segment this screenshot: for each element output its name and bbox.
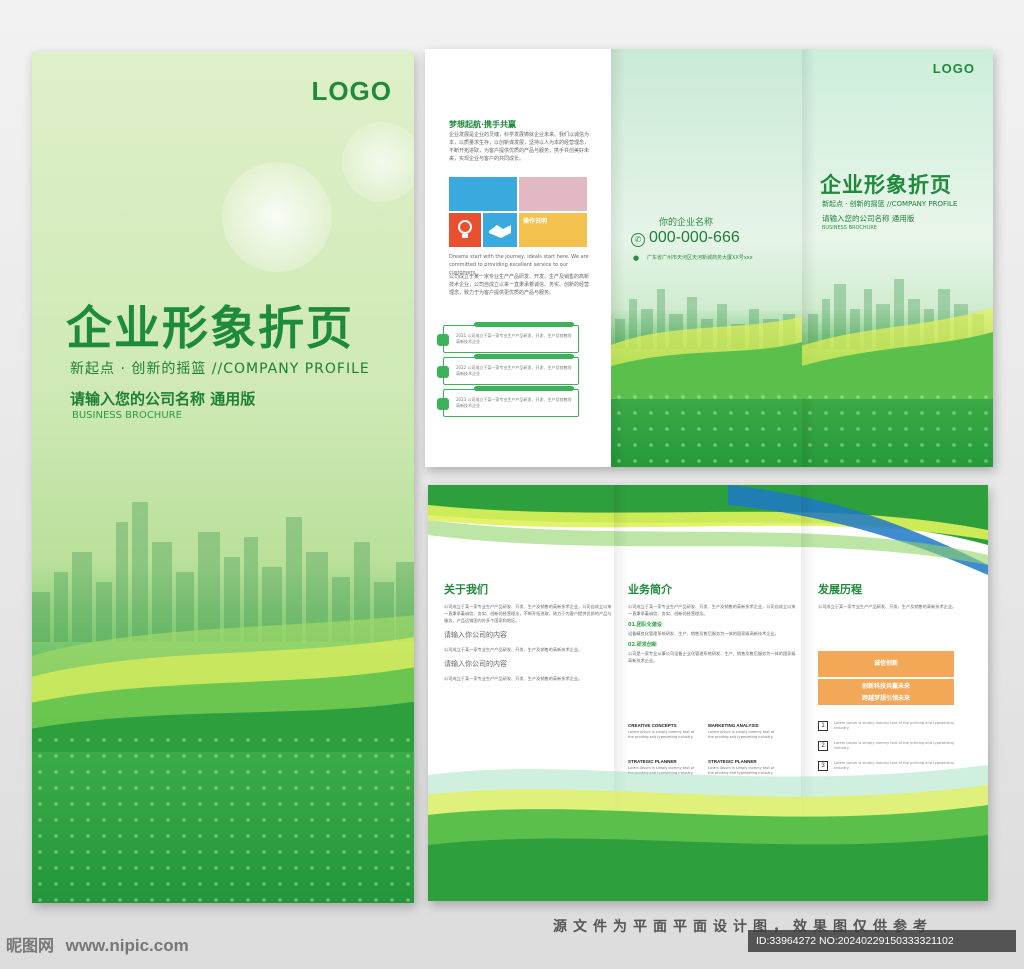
history-highlight-box: 创新科技共赢未来 跨越梦想引领未来 <box>818 679 954 705</box>
about-paragraph: 公司成立于某一家专业生产产品研发、开发、生产及销售的高新技术企业。 <box>444 647 583 652</box>
about-column: 关于我们 公司成立于某一家专业生产产品研发、开发、生产及销售的高新技术企业，公司… <box>444 581 614 682</box>
cover-business-label: BUSINESS BROCHURE <box>72 410 182 421</box>
brochure-outer-spread: 梦想起航·携手共赢 企业发展是企业的灵魂，科学发展铸就企业未来。我们以诚信为本，… <box>425 49 993 467</box>
history-column: 发展历程 公司成立于某一家专业生产产品研发、开发、生产及销售的高新技术企业。 <box>818 581 968 610</box>
decorative-wave <box>802 304 993 399</box>
front-logo: LOGO <box>932 61 975 76</box>
back-panel: 你的企业名称 ✆ 000-000-666 ● 广东省广州市天河区天河新城商务大厦… <box>611 49 802 467</box>
brochure-cover-panel: LOGO 企业形象折页 新起点 · 创新的摇篮 //COMPANY PROFIL… <box>32 52 414 903</box>
cover-subtitle: 新起点 · 创新的摇篮 //COMPANY PROFILE <box>70 361 370 377</box>
about-paragraph: 公司成立于某一家专业生产产品研发、开发、生产及销售的高新技术企业，公司自成立以来… <box>444 604 612 623</box>
service-item: MARKETING ANALYSIS Lorem Ipsum is simply… <box>708 723 780 740</box>
dot-pattern <box>611 389 802 467</box>
front-cover-panel: LOGO 企业形象折页 新起点 · 创新的摇篮 //COMPANY PROFIL… <box>802 49 993 467</box>
cover-title: 企业形象折页 <box>66 301 354 355</box>
light-glow <box>342 122 414 202</box>
business-item-title: 01.团队化建设 <box>628 622 662 628</box>
step-text: 2022 公司成立于某一家专业生产产品研发、开发、生产及销售的高新技术企业 <box>456 365 572 376</box>
step-text: 2023 公司成立于某一家专业生产产品研发、开发、生产及销售的高新技术企业 <box>456 397 572 408</box>
color-block-yellow: 操作说明 <box>519 213 587 247</box>
watermark-url: www.nipic.com <box>65 936 189 955</box>
decorative-wave <box>32 612 414 752</box>
service-title: MARKETING ANALYSIS <box>708 723 759 728</box>
business-item-title: 02.研发创新 <box>628 642 657 648</box>
panel-paragraph: 企业发展是企业的灵魂，科学发展铸就企业未来。我们以诚信为本，以质量求生存，以创新… <box>449 132 590 162</box>
service-desc: Lorem Ipsum is simply dummy text of the … <box>708 730 775 739</box>
decorative-wave-top <box>428 485 988 575</box>
decorative-wave <box>611 309 802 399</box>
business-item-text: 设备精良化管理系统研发、生产、销售及售后服务为一体的国家级高新技术企业。 <box>628 631 779 636</box>
decorative-wave-bottom <box>428 755 988 901</box>
service-title: CREATIVE CONCEPTS <box>628 723 677 728</box>
idea-icon <box>449 213 481 247</box>
timeline-step: 2023 公司成立于某一家专业生产产品研发、开发、生产及销售的高新技术企业 <box>437 386 579 417</box>
history-row-number: 2 <box>818 741 828 751</box>
business-paragraph: 公司成立于某一家专业生产产品研发、开发、生产及销售的高新技术企业，公司自成立以来… <box>628 604 796 616</box>
address: 广东省广州市天河区天河新城商务大厦XX号xxx <box>647 255 753 261</box>
color-block-blue <box>449 177 517 211</box>
cover-logo: LOGO <box>311 76 392 106</box>
service-item: CREATIVE CONCEPTS Lorem Ipsum is simply … <box>628 723 700 740</box>
panel-heading: 梦想起航·携手共赢 <box>449 120 517 129</box>
phone-number: 000-000-666 <box>649 229 740 246</box>
about-heading: 关于我们 <box>444 583 488 596</box>
timeline-step: 2022 公司成立于某一家专业生产产品研发、开发、生产及销售的高新技术企业 <box>437 354 579 385</box>
history-heading: 发展历程 <box>818 583 862 596</box>
history-paragraph: 公司成立于某一家专业生产产品研发、开发、生产及销售的高新技术企业。 <box>818 604 957 609</box>
step-marker <box>437 366 449 378</box>
step-text: 2021 公司成立于某一家专业生产产品研发、开发、生产及销售的高新技术企业 <box>456 333 572 344</box>
block-label: 操作说明 <box>523 218 548 225</box>
front-title: 企业形象折页 <box>820 173 952 197</box>
light-glow <box>222 162 332 272</box>
front-company-name: 请输入您的公司名称 通用版 <box>822 214 915 223</box>
about-paragraph: 公司成立于某一家专业生产产品研发、开发、生产及销售的高新技术企业。 <box>444 676 583 681</box>
about-subheading: 请输入你公司的内容 <box>444 631 507 639</box>
panel-paragraph: 公司成立于某一家专业生产产品研发、开发、生产及销售的高新技术企业，公司自成立以来… <box>449 274 590 296</box>
timeline-step: 2021 公司成立于某一家专业生产产品研发、开发、生产及销售的高新技术企业 <box>437 322 579 353</box>
dot-pattern <box>32 732 414 903</box>
color-block-pink <box>519 177 587 211</box>
about-subheading: 请输入你公司的内容 <box>444 660 507 668</box>
company-name: 你的企业名称 <box>659 218 714 228</box>
service-desc: Lorem Ipsum is simply dummy text of the … <box>628 730 695 739</box>
business-column: 业务简介 公司成立于某一家专业生产产品研发、开发、生产及销售的高新技术企业，公司… <box>628 581 798 664</box>
front-business-label: BUSINESS BROCHURE <box>822 225 877 231</box>
business-heading: 业务简介 <box>628 583 672 596</box>
step-marker <box>437 334 449 346</box>
history-row-number: 1 <box>818 721 828 731</box>
step-marker <box>437 398 449 410</box>
history-highlight-box: 诚信创新 <box>818 651 954 677</box>
phone-icon: ✆ <box>631 233 645 247</box>
brochure-inner-spread: 关于我们 公司成立于某一家专业生产产品研发、开发、生产及销售的高新技术企业，公司… <box>428 485 988 901</box>
handshake-icon <box>483 213 517 247</box>
front-subtitle: 新起点 · 创新的摇篮 //COMPANY PROFILE <box>822 200 958 208</box>
watermark-brand: 昵图网 <box>6 936 55 955</box>
location-icon: ● <box>633 254 640 262</box>
cover-company-name: 请输入您的公司名称 通用版 <box>70 390 256 408</box>
inside-panel: 梦想起航·携手共赢 企业发展是企业的灵魂，科学发展铸就企业未来。我们以诚信为本，… <box>425 49 611 467</box>
history-row-text: Lorem Ipsum is simply dummy text of the … <box>834 721 954 730</box>
dot-pattern <box>802 389 993 467</box>
history-row-text: Lorem Ipsum is simply dummy text of the … <box>834 741 954 750</box>
watermark: 昵图网 www.nipic.com <box>6 932 189 956</box>
business-item-text: 公司是一家专业从事公司设备企业化管理系统研发、生产、销售及售后服务为一体的国家级… <box>628 651 796 663</box>
image-id-label: ID:33964272 NO:20240229150333321102 <box>748 930 1016 952</box>
